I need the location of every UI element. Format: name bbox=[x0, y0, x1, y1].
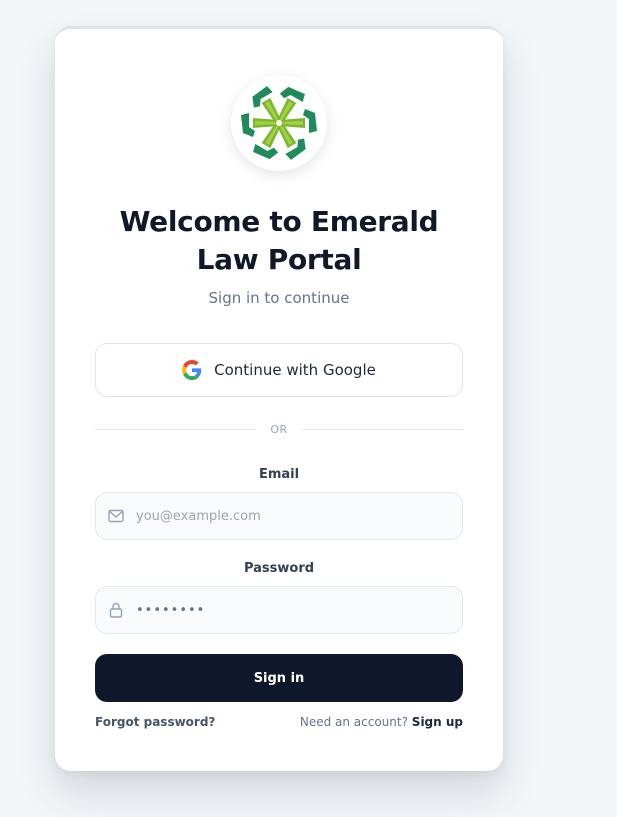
continue-with-google-button[interactable]: Continue with Google bbox=[95, 343, 463, 397]
emerald-pinwheel-logo-icon bbox=[241, 83, 317, 163]
password-label: Password bbox=[243, 561, 315, 576]
forgot-password-link[interactable]: Forgot password? bbox=[95, 715, 215, 729]
login-card: Welcome to Emerald Law Portal Sign in to… bbox=[55, 26, 503, 771]
signup-prompt: Need an account? Sign up bbox=[300, 715, 463, 729]
need-account-text: Need an account? bbox=[299, 715, 408, 729]
lock-icon bbox=[108, 602, 124, 618]
page-subtitle: Sign in to continue bbox=[208, 289, 350, 307]
sign-in-button[interactable]: Sign in bbox=[95, 654, 463, 702]
email-field[interactable] bbox=[136, 493, 462, 539]
email-label: Email bbox=[258, 467, 300, 482]
divider-line bbox=[301, 428, 463, 430]
email-field-wrapper bbox=[95, 492, 463, 540]
google-button-label: Continue with Google bbox=[214, 361, 376, 379]
google-icon bbox=[182, 360, 202, 380]
sign-up-link[interactable]: Sign up bbox=[412, 715, 463, 729]
or-divider: OR bbox=[95, 421, 463, 437]
logo bbox=[231, 75, 327, 171]
divider-line bbox=[95, 428, 257, 430]
password-field-wrapper bbox=[95, 586, 463, 634]
password-field[interactable] bbox=[136, 587, 462, 633]
auth-footer: Forgot password? Need an account? Sign u… bbox=[95, 715, 463, 729]
mail-icon bbox=[108, 508, 124, 524]
page-title: Welcome to Emerald Law Portal bbox=[119, 205, 439, 276]
divider-text: OR bbox=[270, 422, 288, 436]
